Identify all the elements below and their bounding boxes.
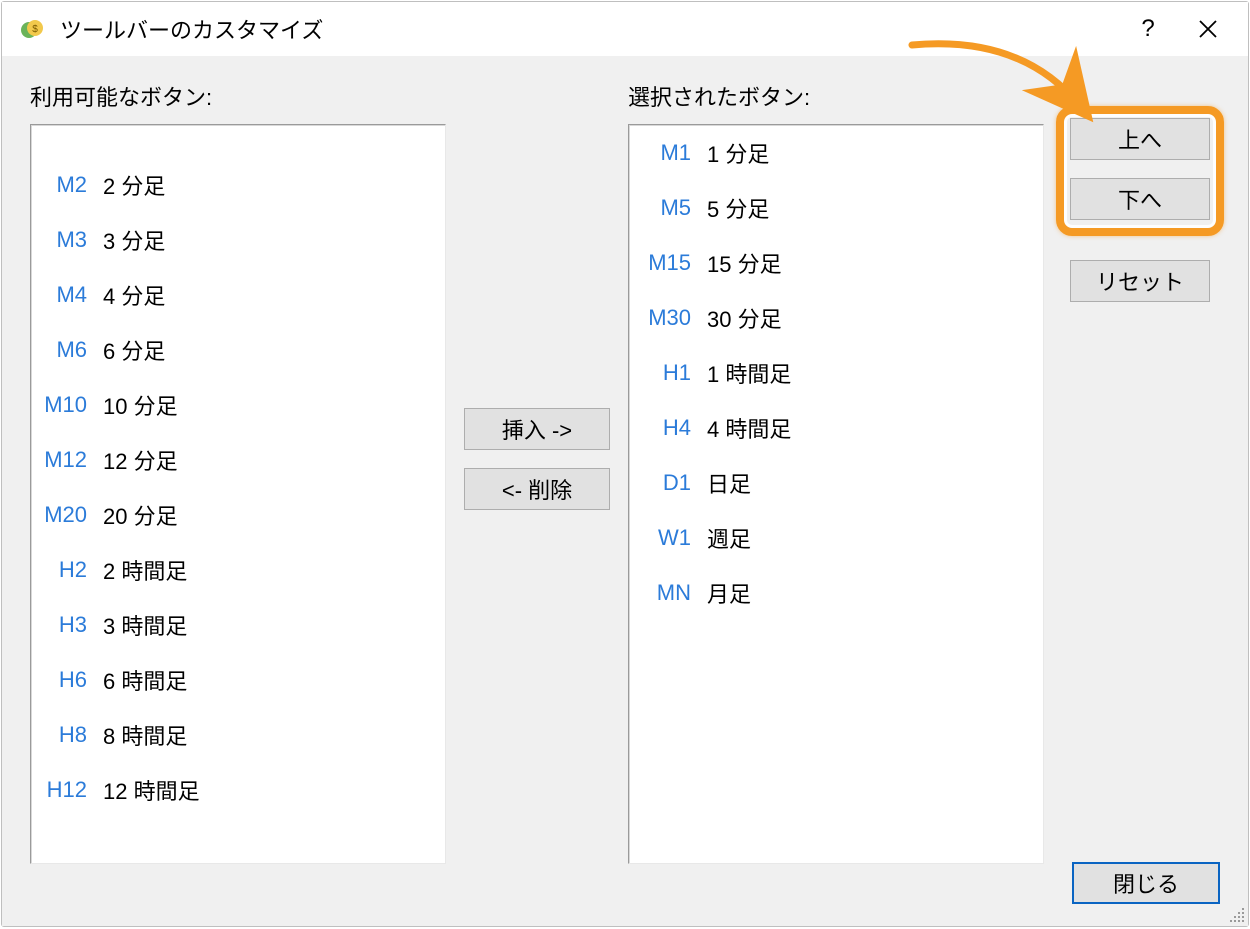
svg-text:$: $: [32, 24, 38, 35]
list-item[interactable]: MN月足: [629, 565, 1043, 620]
dialog-window: $ ツールバーのカスタマイズ ? 利用可能なボタン: M22 分足M33 分足M…: [1, 1, 1249, 927]
insert-button[interactable]: 挿入 ->: [464, 408, 610, 450]
move-down-button[interactable]: 下へ: [1070, 178, 1210, 220]
transfer-buttons: 挿入 -> <- 削除: [464, 80, 610, 908]
list-item[interactable]: H11 時間足: [629, 345, 1043, 400]
item-desc: 5 分足: [701, 192, 769, 224]
item-desc: 1 分足: [701, 137, 769, 169]
item-code: MN: [639, 580, 701, 606]
window-close-button[interactable]: [1178, 9, 1238, 49]
list-item[interactable]: H66 時間足: [31, 652, 445, 707]
list-item[interactable]: H1212 時間足: [31, 762, 445, 817]
list-item[interactable]: M22 分足: [31, 157, 445, 212]
item-code: M20: [41, 502, 97, 528]
reset-button[interactable]: リセット: [1070, 260, 1210, 302]
item-desc: 4 時間足: [701, 412, 791, 444]
item-desc: 6 時間足: [97, 664, 187, 696]
item-code: M30: [639, 305, 701, 331]
selected-listbox[interactable]: M11 分足M55 分足M1515 分足M3030 分足H11 時間足H44 時…: [628, 124, 1044, 864]
list-item[interactable]: H88 時間足: [31, 707, 445, 762]
list-item[interactable]: H33 時間足: [31, 597, 445, 652]
item-code: M3: [41, 227, 97, 253]
item-desc: 12 時間足: [97, 774, 200, 806]
item-code: H12: [41, 777, 97, 803]
item-code: H8: [41, 722, 97, 748]
list-item[interactable]: [31, 125, 445, 157]
item-desc: 12 分足: [97, 444, 178, 476]
list-item[interactable]: H44 時間足: [629, 400, 1043, 455]
available-listbox[interactable]: M22 分足M33 分足M44 分足M66 分足M1010 分足M1212 分足…: [30, 124, 446, 864]
help-button[interactable]: ?: [1118, 9, 1178, 49]
item-code: M15: [639, 250, 701, 276]
list-item[interactable]: M11 分足: [629, 125, 1043, 180]
item-desc: 6 分足: [97, 334, 165, 366]
item-code: M1: [639, 140, 701, 166]
list-item[interactable]: D1日足: [629, 455, 1043, 510]
list-item[interactable]: M55 分足: [629, 180, 1043, 235]
available-column: 利用可能なボタン: M22 分足M33 分足M44 分足M66 分足M1010 …: [30, 80, 446, 908]
item-desc: 8 時間足: [97, 719, 187, 751]
list-item[interactable]: M44 分足: [31, 267, 445, 322]
item-desc: 30 分足: [701, 302, 782, 334]
list-item[interactable]: M2020 分足: [31, 487, 445, 542]
selected-label: 選択されたボタン:: [628, 80, 1044, 112]
item-code: W1: [639, 525, 701, 551]
item-desc: 月足: [701, 577, 751, 609]
list-item[interactable]: H22 時間足: [31, 542, 445, 597]
list-item[interactable]: M1515 分足: [629, 235, 1043, 290]
item-code: H1: [639, 360, 701, 386]
list-item[interactable]: M1010 分足: [31, 377, 445, 432]
list-item[interactable]: W1週足: [629, 510, 1043, 565]
resize-grip-icon[interactable]: [1228, 906, 1246, 924]
item-code: M4: [41, 282, 97, 308]
item-code: H3: [41, 612, 97, 638]
item-code: D1: [639, 470, 701, 496]
item-desc: 15 分足: [701, 247, 782, 279]
order-buttons-column: 上へ 下へ リセット: [1062, 80, 1218, 908]
list-item[interactable]: M66 分足: [31, 322, 445, 377]
item-code: M5: [639, 195, 701, 221]
item-desc: 3 分足: [97, 224, 165, 256]
titlebar: $ ツールバーのカスタマイズ ?: [2, 2, 1248, 56]
dialog-body: 利用可能なボタン: M22 分足M33 分足M44 分足M66 分足M1010 …: [2, 56, 1248, 926]
item-code: M12: [41, 447, 97, 473]
close-button[interactable]: 閉じる: [1072, 862, 1220, 904]
item-desc: 1 時間足: [701, 357, 791, 389]
available-label: 利用可能なボタン:: [30, 80, 446, 112]
item-code: M10: [41, 392, 97, 418]
item-code: M6: [41, 337, 97, 363]
app-icon: $: [20, 16, 46, 42]
item-desc: 週足: [701, 522, 751, 554]
item-desc: 2 分足: [97, 169, 165, 201]
list-item[interactable]: M33 分足: [31, 212, 445, 267]
item-code: H4: [639, 415, 701, 441]
item-desc: 10 分足: [97, 389, 178, 421]
item-desc: 20 分足: [97, 499, 178, 531]
selected-column: 選択されたボタン: M11 分足M55 分足M1515 分足M3030 分足H1…: [628, 80, 1044, 908]
item-code: M2: [41, 172, 97, 198]
item-desc: 2 時間足: [97, 554, 187, 586]
item-desc: 3 時間足: [97, 609, 187, 641]
remove-button[interactable]: <- 削除: [464, 468, 610, 510]
list-item[interactable]: M3030 分足: [629, 290, 1043, 345]
move-up-button[interactable]: 上へ: [1070, 118, 1210, 160]
list-item[interactable]: M1212 分足: [31, 432, 445, 487]
item-desc: 日足: [701, 467, 751, 499]
item-code: H6: [41, 667, 97, 693]
item-desc: 4 分足: [97, 279, 165, 311]
window-title: ツールバーのカスタマイズ: [60, 13, 1118, 45]
item-code: H2: [41, 557, 97, 583]
